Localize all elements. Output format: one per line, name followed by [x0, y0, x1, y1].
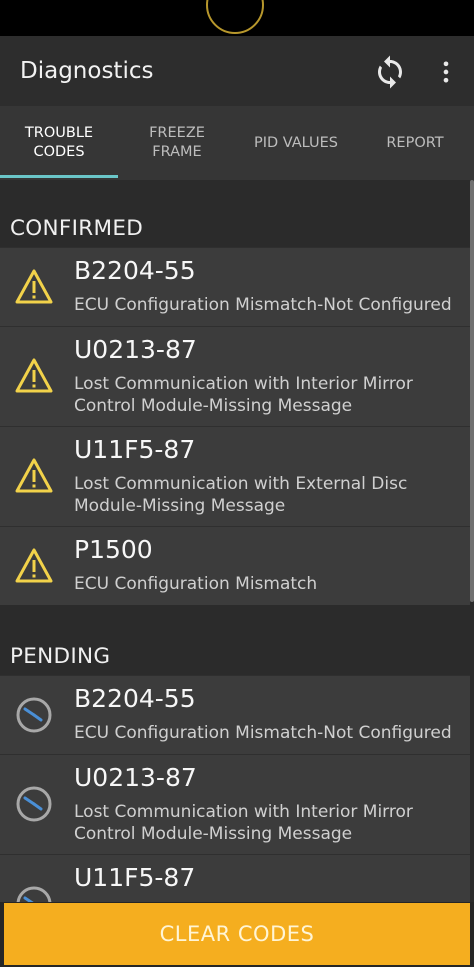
trouble-description: Lost Communication with Interior Mirror …: [74, 374, 413, 416]
trouble-code: B2204-55: [74, 684, 196, 713]
scrollbar[interactable]: [470, 180, 474, 602]
trouble-code: U0213-87: [74, 335, 197, 364]
trouble-code: U0213-87: [74, 763, 197, 792]
list-item[interactable]: B2204-55 ECU Configuration Mismatch-Not …: [0, 247, 470, 326]
list-item[interactable]: U11F5-87 Lost Communication with Externa…: [0, 426, 470, 526]
list-item[interactable]: B2204-55 ECU Configuration Mismatch-Not …: [0, 675, 470, 754]
tab-trouble-codes[interactable]: TROUBLE CODES: [0, 106, 118, 180]
trouble-description: ECU Configuration Mismatch-Not Configure…: [74, 723, 452, 743]
tab-report[interactable]: REPORT: [356, 106, 474, 180]
trouble-code: U11F5-87: [74, 435, 196, 464]
warning-icon: [15, 548, 53, 583]
tab-label: PID VALUES: [253, 134, 339, 151]
section-header-confirmed: CONFIRMED: [10, 216, 144, 241]
list-item[interactable]: P1500 ECU Configuration Mismatch: [0, 526, 470, 605]
section-header-pending: PENDING: [10, 644, 111, 669]
trouble-description: ECU Configuration Mismatch-Not Configure…: [74, 295, 452, 315]
more-vert-icon[interactable]: [432, 58, 460, 86]
clock-icon: [16, 886, 52, 902]
trouble-code: B2204-55: [74, 256, 196, 285]
trouble-description: ECU Configuration Mismatch: [74, 574, 318, 594]
page-title: Diagnostics: [20, 58, 154, 84]
clock-icon: [16, 697, 52, 733]
list-item[interactable]: U11F5-87: [0, 854, 470, 902]
tab-pid-values[interactable]: PID VALUES: [237, 106, 355, 180]
trouble-code: U11F5-87: [74, 863, 196, 892]
trouble-description: Lost Communication with Interior Mirror …: [74, 802, 413, 844]
active-tab-indicator: [0, 175, 118, 178]
warning-icon: [15, 358, 53, 393]
list-item[interactable]: U0213-87 Lost Communication with Interio…: [0, 754, 470, 854]
warning-icon: [15, 458, 53, 493]
list-item[interactable]: U0213-87 Lost Communication with Interio…: [0, 326, 470, 426]
trouble-codes-list[interactable]: CONFIRMED B2204-55 ECU Configuration Mis…: [0, 180, 474, 902]
tab-label: TROUBLE CODES: [24, 125, 94, 160]
status-bar: [0, 0, 474, 36]
refresh-icon[interactable]: [372, 54, 408, 90]
warning-icon: [15, 269, 53, 304]
trouble-description: Lost Communication with External Disc Mo…: [74, 474, 408, 516]
clear-codes-button[interactable]: CLEAR CODES: [4, 903, 470, 965]
clock-icon: [16, 786, 52, 822]
trouble-code: P1500: [74, 535, 153, 564]
tab-bar: TROUBLE CODES FREEZE FRAME PID VALUES RE…: [0, 106, 474, 180]
camera-cutout: [206, 0, 264, 34]
tab-freeze-frame[interactable]: FREEZE FRAME: [118, 106, 236, 180]
tab-label: FREEZE FRAME: [149, 125, 205, 160]
tab-label: REPORT: [386, 134, 444, 151]
